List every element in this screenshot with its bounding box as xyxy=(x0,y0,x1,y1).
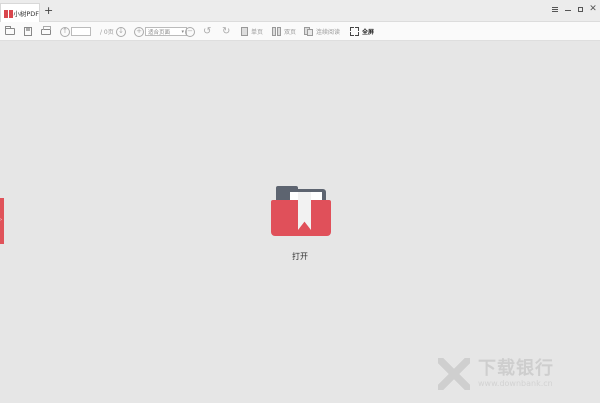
zoom-value: 适合页面 xyxy=(148,29,171,36)
rotate-right-button[interactable]: ↻ xyxy=(222,25,230,38)
tab-label: 小树PDF xyxy=(13,10,39,18)
close-icon[interactable]: ✕ xyxy=(587,3,599,15)
toolbar: ↑ / 0页 ↓ + 适合页面 ▾ − ↺ ↻ 单页 双页 连续阅读 全屏 xyxy=(0,22,600,41)
fullscreen-button[interactable]: 全屏 xyxy=(350,25,374,38)
watermark-logo-icon xyxy=(436,358,472,390)
watermark-url: www.downbank.cn xyxy=(478,379,553,388)
page-total-label: / 0页 xyxy=(100,29,114,36)
minimize-icon[interactable] xyxy=(562,3,574,15)
page-number-input[interactable] xyxy=(71,27,91,36)
double-page-button[interactable]: 双页 xyxy=(272,25,296,38)
continuous-read-icon xyxy=(304,27,313,36)
double-page-label: 双页 xyxy=(284,29,297,36)
new-tab-button[interactable]: + xyxy=(44,5,53,17)
open-file-folder-button[interactable] xyxy=(270,186,332,238)
rotate-left-button[interactable]: ↺ xyxy=(203,25,211,38)
open-file-button[interactable] xyxy=(5,25,15,38)
continuous-read-label: 连续阅读 xyxy=(316,29,341,36)
zoom-out-icon: − xyxy=(185,26,195,37)
watermark-text: 下载银行 xyxy=(478,358,554,379)
chevron-right-icon: › xyxy=(0,217,2,223)
rotate-right-icon: ↻ xyxy=(222,25,231,37)
app-logo-icon xyxy=(4,9,14,18)
zoom-select[interactable]: 适合页面 ▾ xyxy=(145,25,187,38)
title-bar: 小树PDF + ✕ xyxy=(0,0,600,22)
folder-open-icon xyxy=(5,26,15,35)
open-label[interactable]: 打开 xyxy=(0,251,600,262)
zoom-in-icon: + xyxy=(134,26,144,37)
zoom-in-button[interactable]: + xyxy=(134,25,144,38)
print-button[interactable] xyxy=(41,25,51,38)
next-page-button[interactable]: ↓ xyxy=(116,25,126,38)
fullscreen-icon xyxy=(350,27,359,36)
double-page-icon xyxy=(272,27,281,36)
single-page-label: 单页 xyxy=(251,29,264,36)
maximize-icon[interactable] xyxy=(574,3,586,15)
fullscreen-label: 全屏 xyxy=(362,29,375,36)
document-tab[interactable]: 小树PDF xyxy=(0,3,40,22)
save-icon xyxy=(24,27,32,36)
watermark: 下载银行 www.downbank.cn xyxy=(436,358,554,390)
sidebar-toggle-handle[interactable]: › xyxy=(0,198,4,244)
save-button[interactable] xyxy=(24,25,32,38)
single-page-button[interactable]: 单页 xyxy=(241,25,263,38)
arrow-down-icon: ↓ xyxy=(116,26,126,37)
menu-icon[interactable] xyxy=(549,3,561,15)
zoom-out-button[interactable]: − xyxy=(185,25,195,38)
single-page-icon xyxy=(241,27,248,36)
print-icon xyxy=(41,25,51,35)
arrow-up-icon: ↑ xyxy=(60,26,70,37)
prev-page-button[interactable]: ↑ xyxy=(60,25,70,38)
rotate-left-icon: ↺ xyxy=(203,25,212,37)
chevron-down-icon: ▾ xyxy=(181,28,184,35)
continuous-read-button[interactable]: 连续阅读 xyxy=(304,25,340,38)
